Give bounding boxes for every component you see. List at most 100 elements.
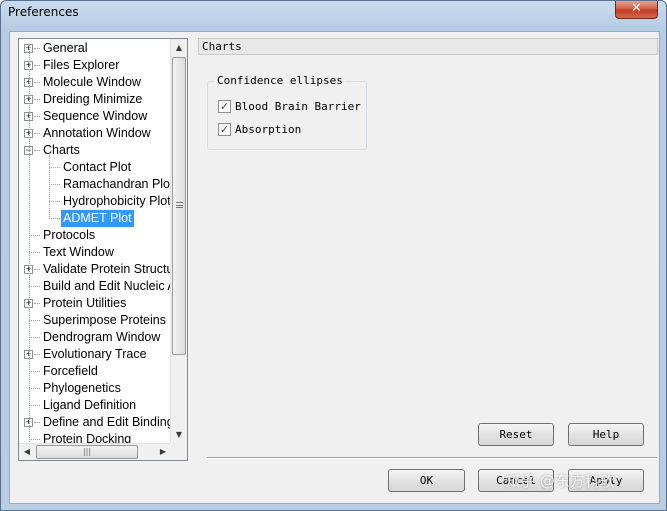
tree-item[interactable]: Phylogenetics [19, 380, 171, 397]
tree-item[interactable]: − Charts [19, 142, 171, 159]
tree-connector [34, 354, 40, 355]
tree-item[interactable]: + Molecule Window [19, 74, 171, 91]
tree-item[interactable]: + Files Explorer [19, 57, 171, 74]
tree-connector [29, 235, 40, 236]
tree-connector [34, 303, 40, 304]
group-title: Confidence ellipses [215, 74, 345, 87]
horizontal-scroll-thumb[interactable]: ||| [36, 445, 138, 459]
scroll-right-arrow-icon[interactable]: ▶ [155, 444, 171, 460]
tree-item-label: Dreiding Minimize [43, 92, 143, 106]
tree-connector [34, 269, 40, 270]
tree-item[interactable]: +Define and Edit Binding Site [19, 414, 171, 431]
tree-item[interactable]: Protein Docking [19, 431, 171, 443]
tree-item-label: Dendrogram Window [43, 330, 161, 344]
absorption-label: Absorption [235, 123, 302, 136]
scroll-left-arrow-icon[interactable]: ◀ [19, 444, 35, 460]
vertical-scroll-thumb[interactable] [172, 57, 186, 355]
tree-item[interactable]: Dendrogram Window [19, 329, 171, 346]
tree-connector [34, 133, 40, 134]
tree-item[interactable]: + Validate Protein Structure [19, 261, 171, 278]
tree-item[interactable]: + General [19, 40, 171, 57]
tree-item[interactable]: Protocols [19, 227, 171, 244]
tree-connector [29, 388, 40, 389]
tree-horizontal-scrollbar[interactable]: ◀ ||| ▶ [19, 443, 171, 460]
tree-item-label: Protein Docking [43, 432, 132, 443]
tree-item[interactable]: + Dreiding Minimize [19, 91, 171, 108]
tree-item[interactable]: Forcefield [19, 363, 171, 380]
tree-spine [29, 44, 30, 443]
tree-connector [34, 116, 40, 117]
tree-connector [49, 218, 60, 219]
tree-item-label: Molecule Window [43, 75, 141, 89]
tree-connector [29, 252, 40, 253]
dialog-client-area: + General + Files Explorer + Molecule Window +… [9, 31, 660, 504]
tree-connector [29, 320, 40, 321]
scroll-down-arrow-icon[interactable]: ▼ [171, 426, 187, 443]
tree-connector [34, 48, 40, 49]
blood-brain-barrier-checkbox[interactable]: ✓ [218, 100, 231, 113]
watermark: 知乎 @东方科软 [505, 472, 615, 490]
tree-connector [29, 439, 40, 440]
tree-item[interactable]: Ramachandran Plot [19, 176, 171, 193]
tree-connector [29, 371, 40, 372]
tree-item[interactable]: + Sequence Window [19, 108, 171, 125]
tree-item[interactable]: ADMET Plot [19, 210, 171, 227]
tree-connector [34, 65, 40, 66]
tree-item[interactable]: Ligand Definition [19, 397, 171, 414]
page-header-label: Charts [202, 40, 242, 53]
tree-item[interactable]: Hydrophobicity Plot [19, 193, 171, 210]
tree-item[interactable]: + Evolutionary Trace [19, 346, 171, 363]
tree-item-label: Protein Utilities [43, 296, 127, 310]
preferences-tree[interactable]: + General + Files Explorer + Molecule Window +… [18, 38, 188, 461]
tree-item[interactable]: Superimpose Proteins [19, 312, 171, 329]
reset-button[interactable]: Reset [478, 423, 554, 446]
tree-child-spine [49, 155, 50, 219]
absorption-checkbox[interactable]: ✓ [218, 123, 231, 136]
tree-rows: + General + Files Explorer + Molecule Window +… [19, 39, 171, 443]
ok-button[interactable]: OK [388, 469, 465, 492]
tree-connector [34, 82, 40, 83]
tree-item-label: Validate Protein Structure [43, 262, 171, 276]
grip-icon [176, 202, 183, 208]
tree-item-label: Superimpose Proteins [43, 313, 166, 327]
tree-item-label: Hydrophobicity Plot [63, 194, 171, 208]
tree-item-label: Phylogenetics [43, 381, 121, 395]
tree-item-label: Contact Plot [63, 160, 132, 174]
scrollbar-corner [170, 443, 187, 460]
separator [207, 457, 657, 459]
tree-connector [29, 337, 40, 338]
tree-item[interactable]: + Protein Utilities [19, 295, 171, 312]
close-icon: ✕ [631, 1, 642, 16]
tree-item-label: Annotation Window [43, 126, 151, 140]
preferences-window: Preferences ✕ + General + Files Explorer + Mo… [0, 0, 667, 511]
tree-connector [34, 150, 40, 151]
window-title: Preferences [8, 5, 79, 19]
tree-item-label: Protocols [43, 228, 96, 242]
page-header: Charts [198, 38, 658, 55]
tree-item-label: Evolutionary Trace [43, 347, 147, 361]
tree-connector [29, 286, 40, 287]
tree-item-label: Charts [43, 143, 80, 157]
confidence-ellipses-group: Confidence ellipses ✓ Blood Brain Barrie… [207, 74, 367, 150]
tree-item-label: Define and Edit Binding Site [43, 415, 171, 429]
tree-connector [49, 184, 60, 185]
tree-item[interactable]: + Annotation Window [19, 125, 171, 142]
tree-connector [29, 405, 40, 406]
tree-item-label: Ligand Definition [43, 398, 137, 412]
tree-item[interactable]: Contact Plot [19, 159, 171, 176]
tree-item[interactable]: Text Window [19, 244, 171, 261]
tree-vertical-scrollbar[interactable]: ▲ ▼ [170, 39, 187, 443]
title-bar[interactable]: Preferences ✕ [1, 1, 666, 25]
tree-item-label: General [43, 41, 88, 55]
tree-item-label: Build and Edit Nucleic Acid [43, 279, 171, 293]
tree-item-label: Files Explorer [43, 58, 120, 72]
help-button[interactable]: Help [568, 423, 644, 446]
tree-item-label: Text Window [43, 245, 114, 259]
close-button[interactable]: ✕ [615, 1, 658, 19]
blood-brain-barrier-label: Blood Brain Barrier [235, 100, 361, 113]
tree-connector [34, 422, 40, 423]
scroll-up-arrow-icon[interactable]: ▲ [171, 39, 187, 56]
tree-item[interactable]: Build and Edit Nucleic Acid [19, 278, 171, 295]
tree-connector [34, 99, 40, 100]
tree-item-label: Ramachandran Plot [63, 177, 171, 191]
